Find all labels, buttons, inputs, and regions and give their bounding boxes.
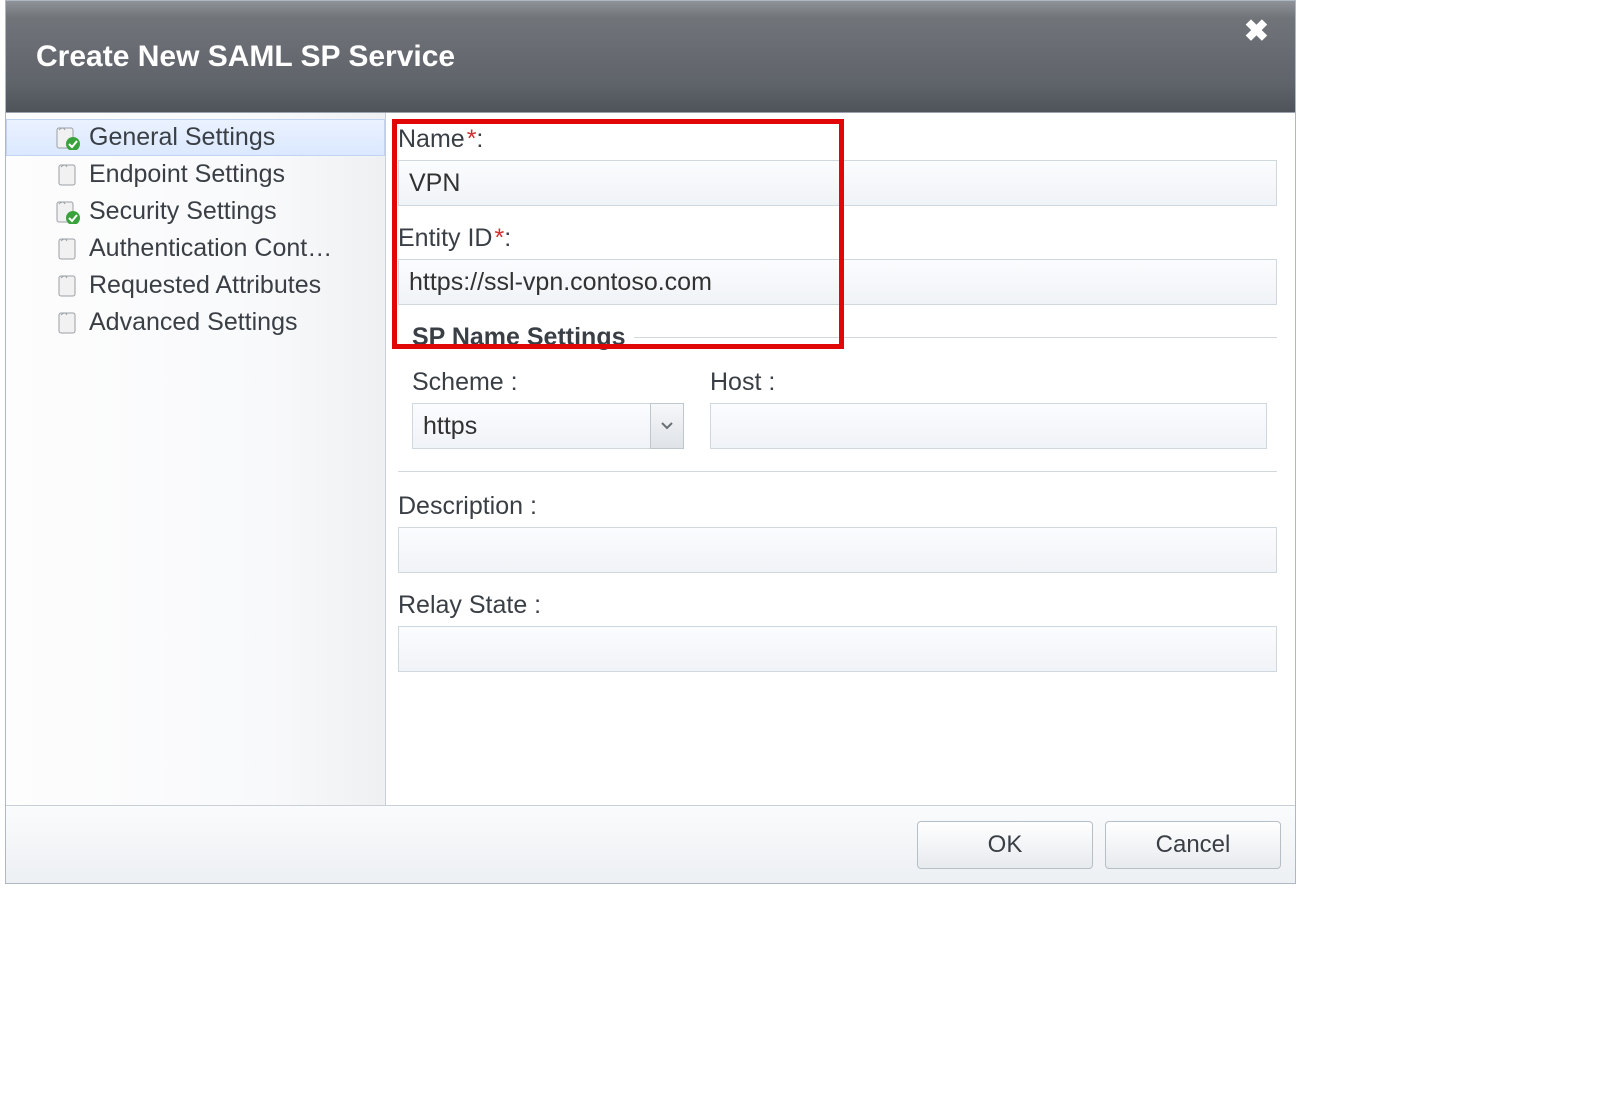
- scheme-value[interactable]: [412, 403, 684, 449]
- field-group-description: Description :: [398, 492, 1277, 573]
- relay-state-input[interactable]: [398, 626, 1277, 672]
- description-label: Description :: [398, 492, 1277, 521]
- sidebar-item-label: Security Settings: [89, 197, 277, 226]
- sidebar-item-security-settings[interactable]: Security Settings: [6, 193, 385, 230]
- sp-name-settings-group: SP Name Settings Scheme : Host :: [398, 323, 1277, 472]
- sidebar-item-label: Authentication Cont…: [89, 234, 332, 263]
- sidebar-item-label: Advanced Settings: [89, 308, 297, 337]
- dialog-footer: OK Cancel: [6, 805, 1295, 883]
- name-input[interactable]: [398, 160, 1277, 206]
- dialog-title: Create New SAML SP Service: [36, 40, 455, 74]
- sidebar-item-requested-attributes[interactable]: Requested Attributes: [6, 267, 385, 304]
- scheme-label: Scheme :: [412, 368, 684, 397]
- document-icon: [55, 237, 81, 261]
- sidebar-item-advanced-settings[interactable]: Advanced Settings: [6, 304, 385, 341]
- host-input[interactable]: [710, 403, 1267, 449]
- document-icon: [55, 163, 81, 187]
- document-check-icon: [55, 200, 81, 224]
- dialog-body: General Settings Endpoint Settings Secur…: [6, 113, 1295, 805]
- entity-id-label: Entity ID*:: [398, 224, 1277, 253]
- sidebar-item-authentication-context[interactable]: Authentication Cont…: [6, 230, 385, 267]
- scheme-select[interactable]: [412, 403, 684, 449]
- sidebar-item-endpoint-settings[interactable]: Endpoint Settings: [6, 156, 385, 193]
- sidebar-item-label: Endpoint Settings: [89, 160, 285, 189]
- close-icon[interactable]: ✖: [1244, 17, 1269, 47]
- cancel-button[interactable]: Cancel: [1105, 821, 1281, 869]
- ok-button[interactable]: OK: [917, 821, 1093, 869]
- sidebar-item-general-settings[interactable]: General Settings: [6, 119, 385, 156]
- main-pane: Name*: Entity ID*: SP Name Settings Sche…: [386, 113, 1295, 805]
- sidebar: General Settings Endpoint Settings Secur…: [6, 113, 386, 805]
- description-input[interactable]: [398, 527, 1277, 573]
- sidebar-item-label: Requested Attributes: [89, 271, 321, 300]
- name-label: Name*:: [398, 125, 1277, 154]
- dialog: Create New SAML SP Service ✖ General Set…: [5, 0, 1296, 884]
- field-group-relay-state: Relay State :: [398, 591, 1277, 672]
- field-group-entity-id: Entity ID*:: [398, 224, 1277, 305]
- field-group-name: Name*:: [398, 125, 1277, 206]
- chevron-down-icon[interactable]: [650, 403, 684, 449]
- dialog-header: Create New SAML SP Service ✖: [6, 1, 1295, 113]
- host-label: Host :: [710, 368, 1267, 397]
- document-icon: [55, 274, 81, 298]
- entity-id-input[interactable]: [398, 259, 1277, 305]
- relay-state-label: Relay State :: [398, 591, 1277, 620]
- document-icon: [55, 311, 81, 335]
- sp-name-settings-legend: SP Name Settings: [398, 323, 634, 352]
- document-check-icon: [55, 126, 81, 150]
- sidebar-item-label: General Settings: [89, 123, 275, 152]
